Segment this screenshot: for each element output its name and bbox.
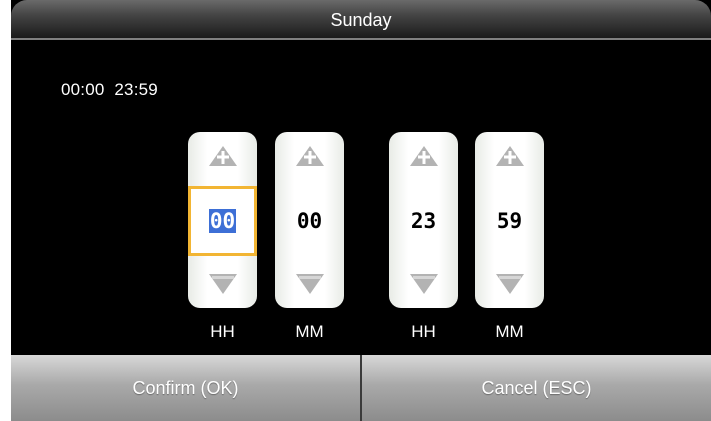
start-hour-text: 00 <box>208 209 237 233</box>
plus-arrow-icon <box>208 146 237 166</box>
start-minute-decrement-button[interactable] <box>275 260 344 308</box>
down-triangle-icon <box>495 274 524 294</box>
cancel-button[interactable]: Cancel (ESC) <box>362 355 711 421</box>
down-triangle-icon <box>295 274 324 294</box>
end-minute-increment-button[interactable] <box>475 132 544 180</box>
time-range-screen: Sunday 00:00 23:59 00 HH 00 MM 23 HH 59 … <box>11 0 711 421</box>
start-hour-unit-label: HH <box>210 322 235 341</box>
start-minute-unit-label: MM <box>295 322 324 341</box>
end-minute-value[interactable]: 59 <box>475 186 544 256</box>
end-minute-unit-label: MM <box>495 322 524 341</box>
start-minute-value[interactable]: 00 <box>275 186 344 256</box>
end-hour-decrement-button[interactable] <box>389 260 458 308</box>
start-minute-spinner: 00 <box>275 132 344 308</box>
plus-arrow-icon <box>295 146 324 166</box>
start-hour-decrement-button[interactable] <box>188 260 257 308</box>
start-hour-value[interactable]: 00 <box>188 186 257 256</box>
end-minute-decrement-button[interactable] <box>475 260 544 308</box>
down-triangle-icon <box>208 274 237 294</box>
time-range-summary: 00:00 23:59 <box>61 80 158 99</box>
end-hour-unit-label: HH <box>411 322 436 341</box>
start-minute-increment-button[interactable] <box>275 132 344 180</box>
end-hour-value[interactable]: 23 <box>389 186 458 256</box>
start-hour-spinner: 00 <box>188 132 257 308</box>
start-hour-increment-button[interactable] <box>188 132 257 180</box>
title-bar: Sunday <box>11 0 711 40</box>
confirm-button[interactable]: Confirm (OK) <box>11 355 360 421</box>
plus-arrow-icon <box>495 146 524 166</box>
footer-bar: Confirm (OK) Cancel (ESC) <box>11 355 711 421</box>
page-title: Sunday <box>330 10 392 30</box>
end-minute-spinner: 59 <box>475 132 544 308</box>
end-hour-increment-button[interactable] <box>389 132 458 180</box>
down-triangle-icon <box>409 274 438 294</box>
end-hour-spinner: 23 <box>389 132 458 308</box>
plus-arrow-icon <box>409 146 438 166</box>
